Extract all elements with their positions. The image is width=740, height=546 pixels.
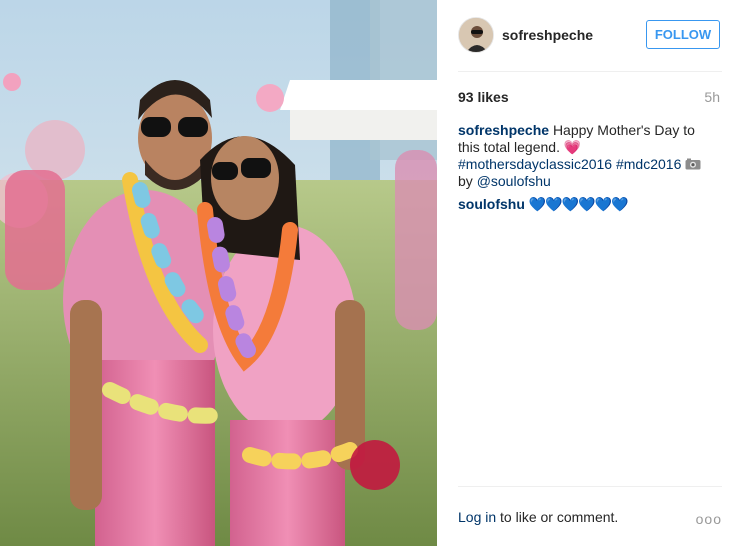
- username[interactable]: sofreshpeche: [502, 27, 593, 43]
- comments-list: sofreshpeche Happy Mother's Day to this …: [458, 122, 718, 219]
- comment-caption: sofreshpeche Happy Mother's Day to this …: [458, 122, 718, 190]
- avatar[interactable]: [458, 17, 494, 53]
- more-options-button[interactable]: ooo: [696, 511, 722, 527]
- likes-count[interactable]: 93 likes: [458, 89, 509, 105]
- heart-emoji: 💗: [563, 139, 582, 155]
- login-link[interactable]: Log in: [458, 509, 496, 525]
- post-header: sofreshpeche FOLLOW: [458, 17, 720, 53]
- divider: [458, 71, 722, 72]
- mention-link[interactable]: @soulofshu: [477, 173, 551, 189]
- login-prompt-text: to like or comment.: [496, 509, 619, 525]
- hashtag-link[interactable]: #mothersdayclassic2016: [458, 156, 612, 172]
- avatar-image: [459, 18, 493, 52]
- comment-username[interactable]: sofreshpeche: [458, 122, 549, 138]
- comment-username[interactable]: soulofshu: [458, 196, 525, 212]
- photo-image: [0, 0, 437, 546]
- hashtag-link[interactable]: #mdc2016: [616, 156, 681, 172]
- by-text: by: [458, 173, 473, 189]
- divider: [458, 486, 722, 487]
- camera-icon: [685, 158, 701, 170]
- follow-button[interactable]: FOLLOW: [646, 20, 720, 49]
- comment-reply: soulofshu 💙💙💙💙💙💙: [458, 196, 718, 213]
- login-prompt: Log in to like or comment.: [458, 509, 618, 525]
- post-photo[interactable]: [0, 0, 437, 546]
- comment-text: 💙💙💙💙💙💙: [528, 196, 629, 212]
- post-time[interactable]: 5h: [704, 89, 720, 105]
- post-details: sofreshpeche FOLLOW 93 likes 5h sofreshp…: [437, 0, 740, 546]
